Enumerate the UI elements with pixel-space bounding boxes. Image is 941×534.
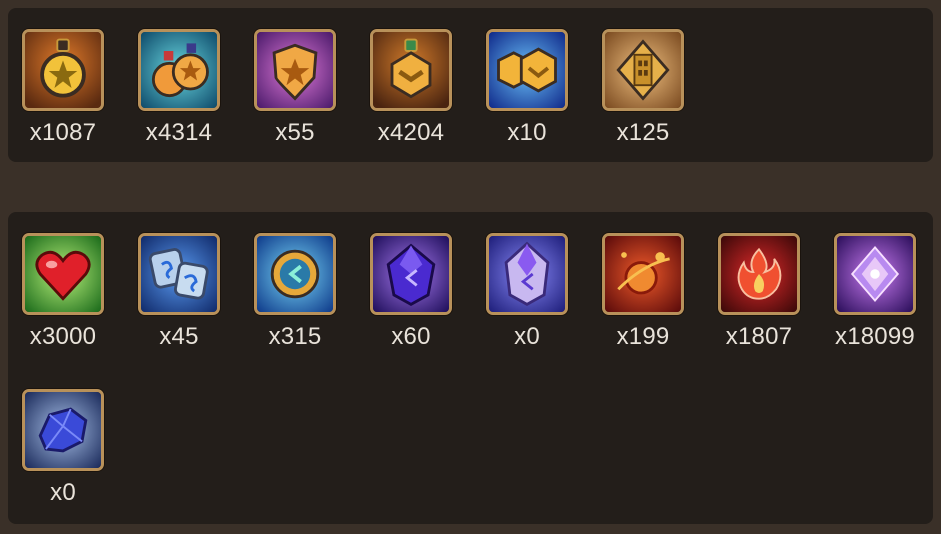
- red-heart-icon: [25, 236, 101, 312]
- medal-count: x1087: [29, 119, 97, 146]
- clear-crystal-icon: [489, 236, 565, 312]
- clear-crystal-slot[interactable]: [486, 233, 568, 315]
- material-count: x199: [616, 323, 670, 350]
- material-count: x60: [391, 323, 431, 350]
- blue-chevron-badges-slot[interactable]: [486, 29, 568, 111]
- material-count: x45: [159, 323, 199, 350]
- gold-star-medal-icon: [25, 32, 101, 108]
- medal-count: x55: [275, 119, 315, 146]
- tower-badge-icon: [605, 32, 681, 108]
- medal-count: x4204: [377, 119, 445, 146]
- double-star-medal-slot[interactable]: [138, 29, 220, 111]
- material-count: x18099: [835, 323, 915, 350]
- material-count: x0: [50, 479, 76, 506]
- gold-coin-arrow-slot[interactable]: [254, 233, 336, 315]
- gold-star-medal-slot[interactable]: [22, 29, 104, 111]
- bronze-chevron-medal-slot[interactable]: [370, 29, 452, 111]
- red-orb-icon: [605, 236, 681, 312]
- red-orb-slot[interactable]: [602, 233, 684, 315]
- material-count: x315: [268, 323, 322, 350]
- material-count: x3000: [29, 323, 97, 350]
- material-count: x1807: [725, 323, 793, 350]
- purple-crystal-icon: [373, 236, 449, 312]
- bronze-chevron-medal-icon: [373, 32, 449, 108]
- blue-chevron-badges-icon: [489, 32, 565, 108]
- violet-diamond-slot[interactable]: [834, 233, 916, 315]
- rune-stones-slot[interactable]: [138, 233, 220, 315]
- medal-count: x10: [507, 119, 547, 146]
- blue-ore-slot[interactable]: [22, 389, 104, 471]
- fire-flame-icon: [721, 236, 797, 312]
- purple-star-badge-slot[interactable]: [254, 29, 336, 111]
- gold-coin-arrow-icon: [257, 236, 333, 312]
- purple-crystal-slot[interactable]: [370, 233, 452, 315]
- rune-stones-icon: [141, 236, 217, 312]
- medal-count: x4314: [145, 119, 213, 146]
- material-count: x0: [514, 323, 540, 350]
- blue-ore-icon: [25, 392, 101, 468]
- medal-count: x125: [616, 119, 670, 146]
- double-star-medal-icon: [141, 32, 217, 108]
- purple-star-badge-icon: [257, 32, 333, 108]
- red-heart-slot[interactable]: [22, 233, 104, 315]
- tower-badge-slot[interactable]: [602, 29, 684, 111]
- violet-diamond-icon: [837, 236, 913, 312]
- fire-flame-slot[interactable]: [718, 233, 800, 315]
